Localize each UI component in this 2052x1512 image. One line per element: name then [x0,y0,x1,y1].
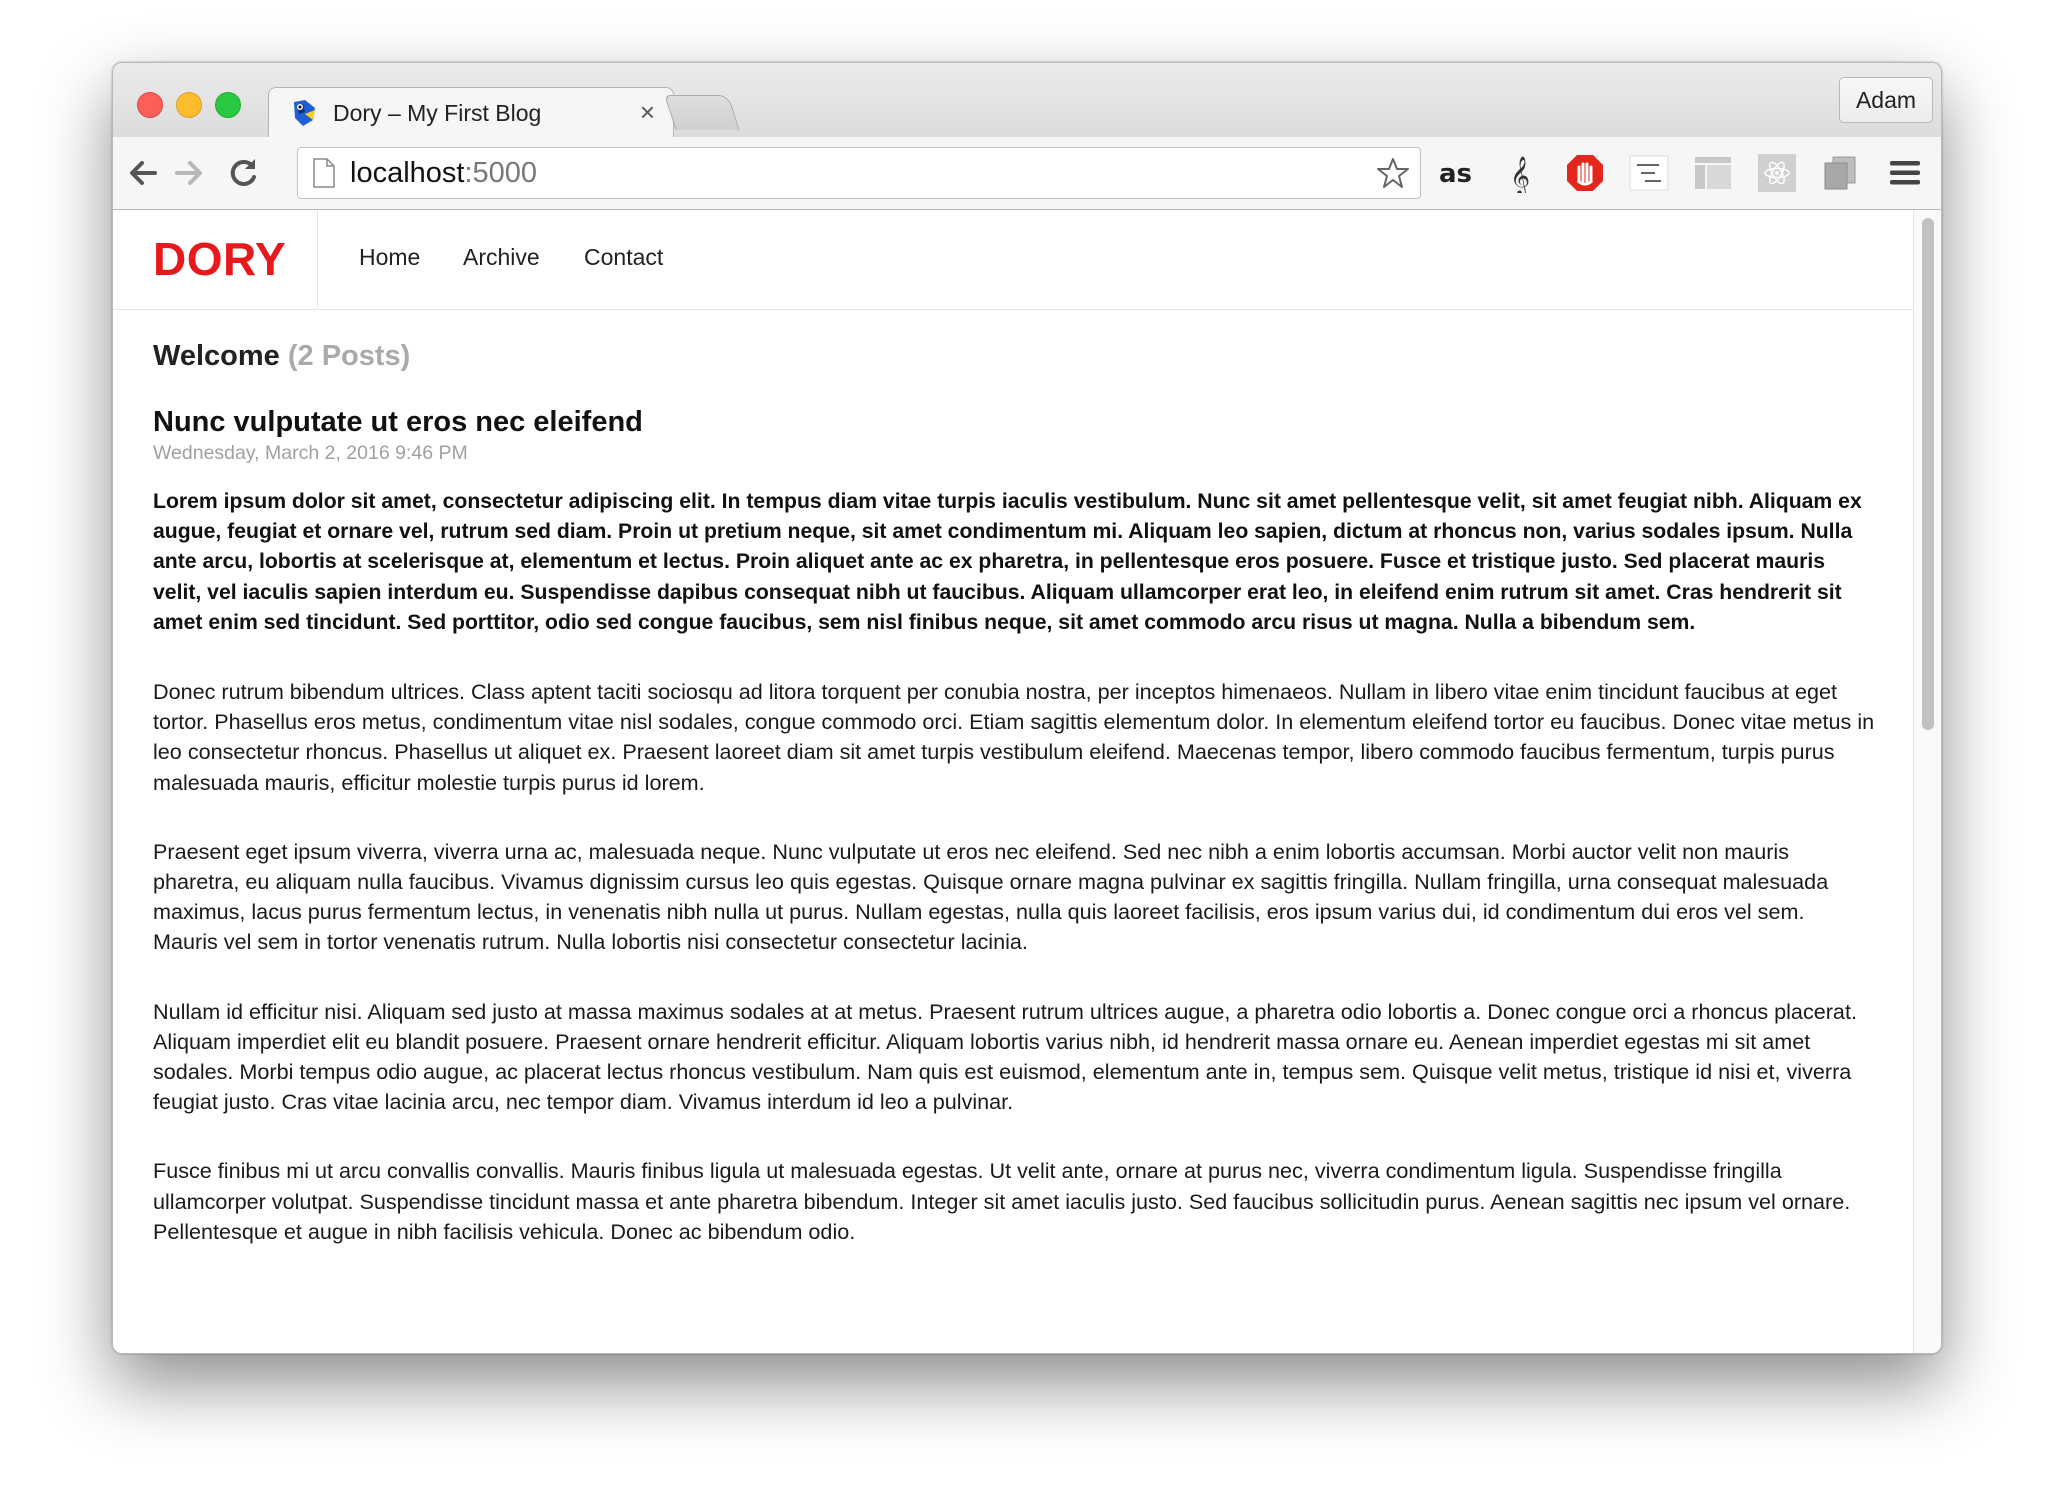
post-date: Wednesday, March 2, 2016 9:46 PM [153,442,468,464]
bookmark-star-icon[interactable] [1376,156,1410,190]
post-paragraph: Nullam id efficitur nisi. Aliquam sed ju… [153,998,1857,1115]
browser-toolbar: localhost:5000 as 𝄞 [113,137,1941,210]
hand-stop-icon[interactable] [1563,151,1607,195]
page-scrollbar[interactable] [1913,210,1941,1353]
post-count: (2 Posts) [287,340,411,372]
back-arrow-icon[interactable] [121,151,165,195]
heading-text: Welcome [153,340,280,372]
scrollbar-thumb[interactable] [1922,218,1934,730]
reload-icon[interactable] [221,151,265,195]
zoom-window-button[interactable] [215,92,241,118]
post-paragraph: Praesent eget ipsum viverra, viverra urn… [153,838,1829,955]
tab-title: Dory – My First Blog [333,100,542,126]
tab-strip: Dory – My First Blog × Adam [113,63,1941,140]
menu-icon[interactable] [1883,151,1927,195]
minimize-window-button[interactable] [176,92,202,118]
url-port: :5000 [464,157,538,189]
page-icon [313,158,335,188]
browser-window: Dory – My First Blog × Adam localhost:50… [112,62,1942,1354]
lastfm-icon[interactable]: as [1435,151,1479,195]
close-window-button[interactable] [137,92,163,118]
web-page: DORY Home Archive Contact Welcome (2 Pos… [113,210,1913,1353]
post-paragraph: Fusce finibus mi ut arcu convallis conva… [153,1158,1851,1244]
dory-fish-icon [294,100,315,126]
site-logo[interactable]: DORY [153,232,286,286]
site-header: DORY Home Archive Contact [113,210,1913,310]
copy-icon[interactable] [1819,151,1863,195]
new-tab-button[interactable] [664,95,740,130]
page-heading: Welcome (2 Posts) [153,340,1875,396]
svg-text:as: as [1439,159,1472,188]
svg-text:𝄞: 𝄞 [1510,156,1530,193]
post-paragraph: Donec rutrum bibendum ultrices. Class ap… [153,679,1875,795]
nav-contact-link[interactable]: Contact [584,244,663,271]
main-content: Welcome (2 Posts) Nunc vulputate ut eros… [153,340,1875,1247]
url-text: localhost:5000 [350,157,537,190]
react-icon[interactable] [1755,151,1799,195]
profile-button[interactable]: Adam [1839,77,1933,123]
url-host: localhost [350,157,465,189]
close-tab-icon[interactable]: × [640,97,655,127]
post-lead-paragraph: Lorem ipsum dolor sit amet, consectetur … [153,490,1862,634]
post-title[interactable]: Nunc vulputate ut eros nec eleifend [153,404,1875,440]
address-bar[interactable]: localhost:5000 [297,147,1421,199]
browser-tab[interactable]: Dory – My First Blog × [268,87,674,140]
enable-right-click-icon[interactable] [1627,151,1671,195]
header-divider [317,210,318,309]
nav-archive-link[interactable]: Archive [463,244,540,271]
layout-icon[interactable] [1691,151,1735,195]
forward-arrow-icon[interactable] [167,151,211,195]
nav-home-link[interactable]: Home [359,244,420,271]
treble-clef-icon[interactable]: 𝄞 [1499,151,1543,195]
